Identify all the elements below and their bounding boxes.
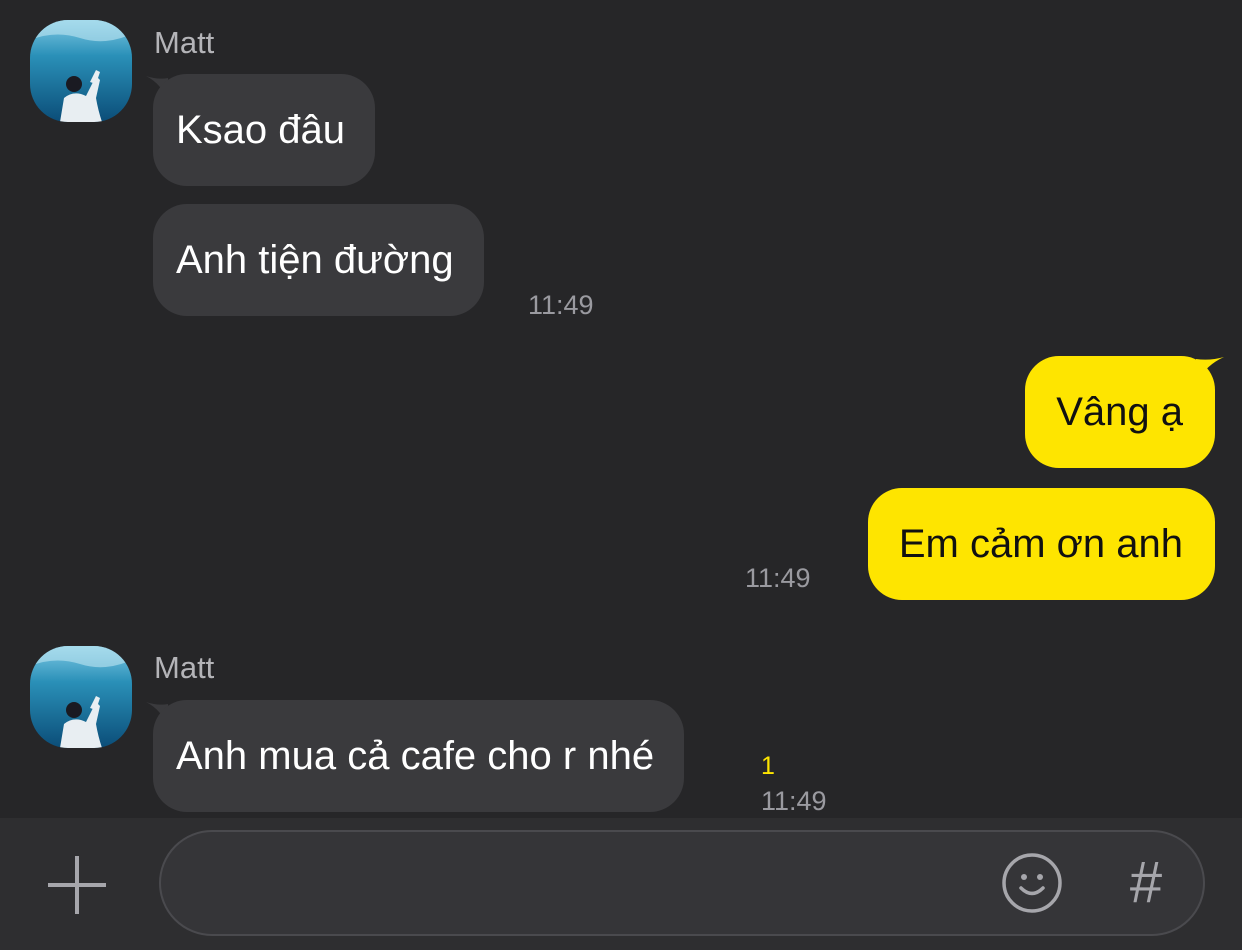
message-timestamp: 11:49 <box>745 563 811 593</box>
message-timestamp: 11:49 <box>761 786 827 816</box>
avatar-image <box>30 646 132 748</box>
unread-count: 1 <box>761 752 775 780</box>
message-bubble-incoming[interactable]: Anh tiện đường <box>153 204 484 316</box>
avatar-image <box>30 20 132 122</box>
hashtag-icon[interactable]: # <box>1121 850 1171 916</box>
message-input[interactable] <box>191 856 975 912</box>
message-bubble-outgoing[interactable]: Em cảm ơn anh <box>867 488 1215 600</box>
sender-name: Matt <box>154 650 215 685</box>
avatar[interactable] <box>30 20 132 122</box>
composer-bar: # <box>0 818 1242 950</box>
plus-icon[interactable] <box>48 856 106 914</box>
emoji-icon[interactable] <box>1001 852 1063 914</box>
message-bubble-outgoing[interactable]: Vâng ạ <box>1025 356 1215 468</box>
message-timestamp: 11:49 <box>528 290 594 320</box>
avatar[interactable] <box>30 646 132 748</box>
sender-name: Matt <box>154 25 215 60</box>
chat-area[interactable]: Matt Ksao đâu Anh tiện đường 11:49 Vâng … <box>0 0 1242 818</box>
message-bubble-incoming[interactable]: Ksao đâu <box>153 74 376 186</box>
message-bubble-incoming[interactable]: Anh mua cả cafe cho r nhé <box>153 700 685 812</box>
message-input-container[interactable]: # <box>159 830 1205 936</box>
